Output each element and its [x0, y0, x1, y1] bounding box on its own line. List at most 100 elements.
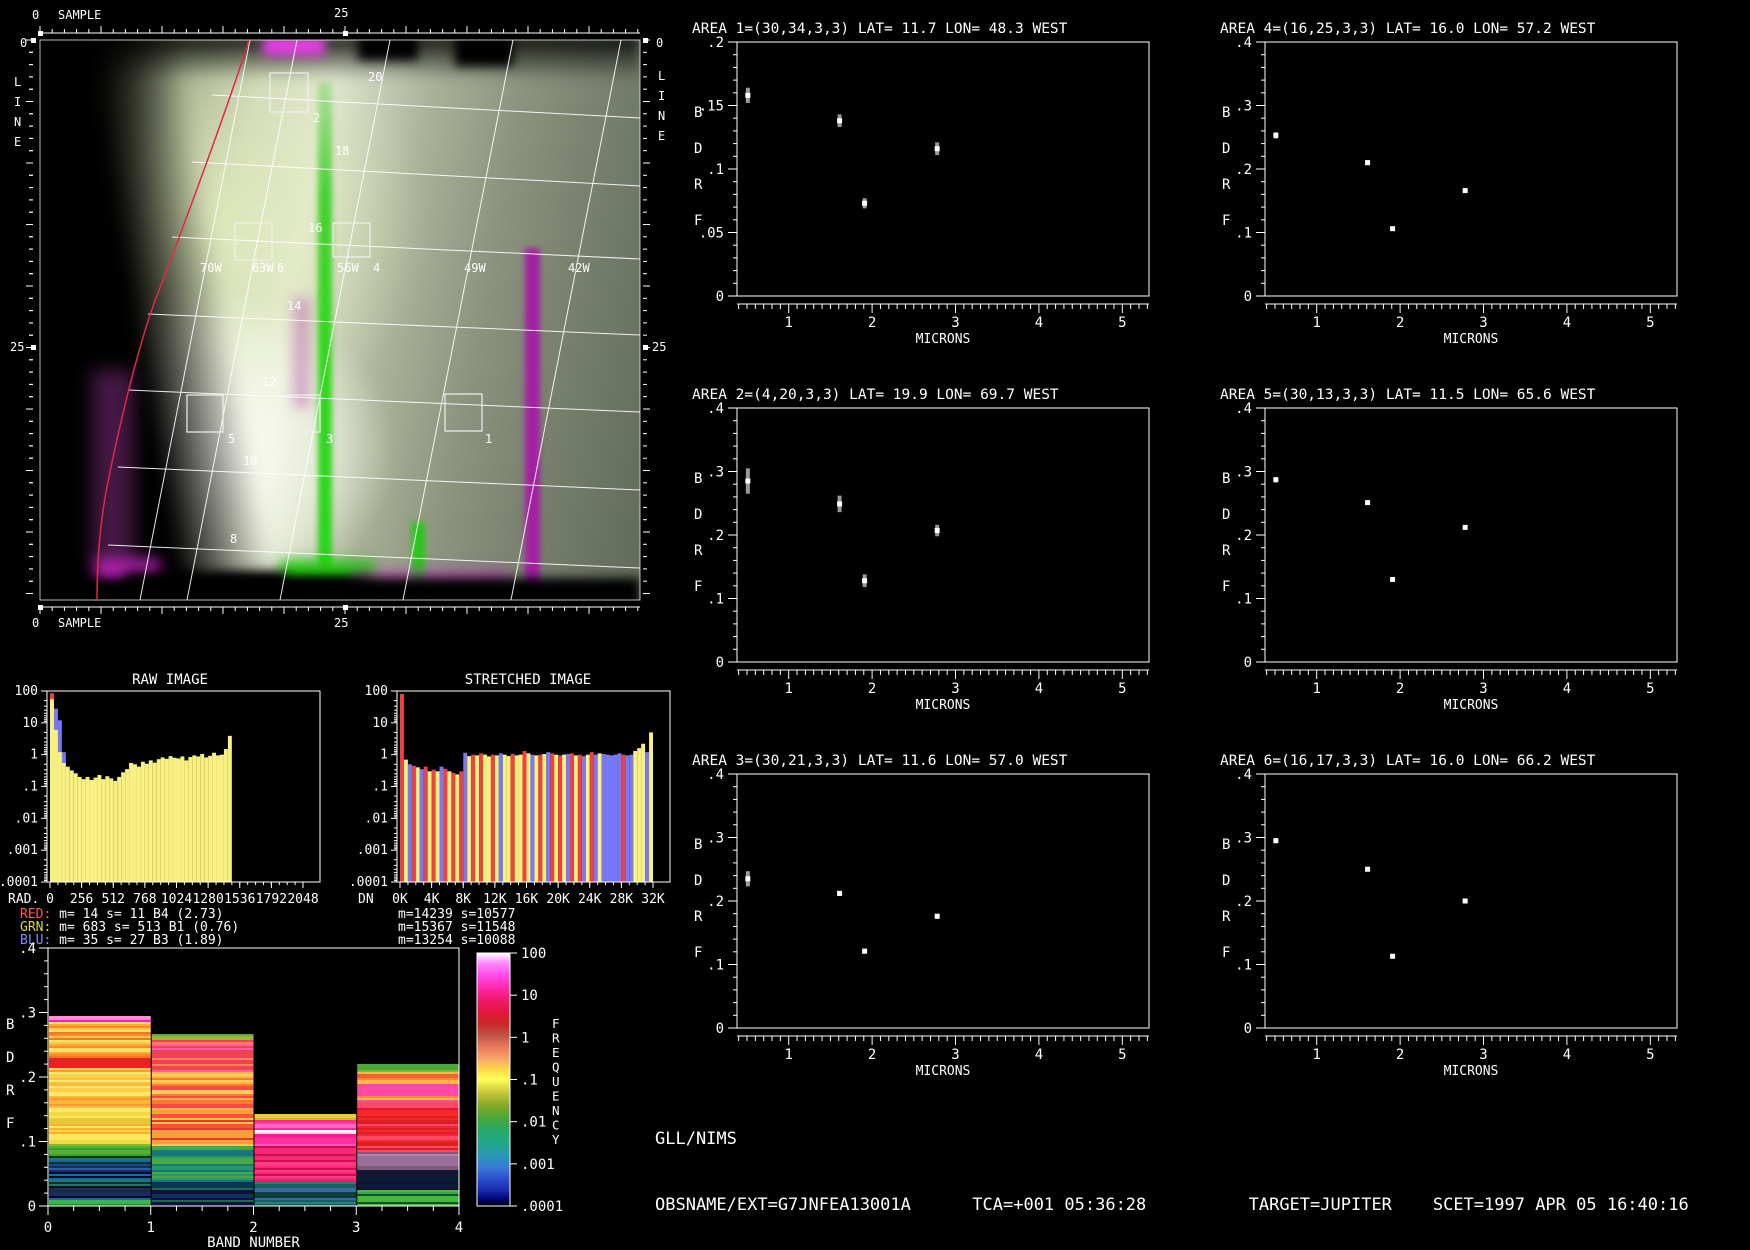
- svg-text:AREA 4=(16,25,3,3) LAT= 16.0: AREA 4=(16,25,3,3) LAT= 16.0 LON= 57.2 W…: [1220, 21, 1596, 37]
- svg-text:N: N: [552, 1103, 560, 1118]
- svg-text:DN: DN: [358, 892, 374, 907]
- svg-text:AREA 2=(4,20,3,3) LAT= 19.9 L: AREA 2=(4,20,3,3) LAT= 19.9 LON= 69.7 WE…: [692, 387, 1059, 403]
- svg-text:18: 18: [335, 144, 349, 158]
- svg-text:BAND NUMBER: BAND NUMBER: [207, 1235, 300, 1250]
- svg-text:768: 768: [133, 892, 156, 907]
- svg-text:1024: 1024: [161, 892, 192, 907]
- svg-text:.3: .3: [707, 465, 724, 481]
- svg-text:.3: .3: [707, 831, 724, 847]
- svg-text:D: D: [1222, 141, 1230, 157]
- svg-text:4: 4: [1563, 681, 1571, 697]
- svg-text:4: 4: [455, 1220, 463, 1236]
- svg-text:1: 1: [380, 748, 388, 763]
- svg-text:B: B: [1222, 105, 1230, 121]
- svg-text:512: 512: [102, 892, 125, 907]
- svg-text:R: R: [694, 543, 703, 559]
- svg-text:.1: .1: [22, 780, 38, 795]
- svg-text:.4: .4: [1235, 35, 1252, 51]
- svg-text:5: 5: [1646, 1047, 1654, 1063]
- meta-line-instrument: GLL/NIMS: [655, 1128, 1689, 1150]
- svg-text:12K: 12K: [483, 892, 507, 907]
- svg-text:.3: .3: [1235, 465, 1252, 481]
- svg-text:4K: 4K: [424, 892, 440, 907]
- svg-text:.2: .2: [707, 528, 724, 544]
- svg-text:6: 6: [277, 261, 284, 275]
- svg-text:0K: 0K: [392, 892, 408, 907]
- map-panel: 0 SAMPLE 25 0 LINE 25 0 LINE 25 0 SAMPLE…: [0, 0, 680, 650]
- scatter-plot-area3: AREA 3=(30,21,3,3) LAT= 11.6 LON= 57.0 W…: [622, 741, 1182, 1086]
- svg-text:70W: 70W: [200, 261, 222, 275]
- svg-text:RAD.: RAD.: [8, 892, 39, 907]
- scatter-svg-area5: AREA 5=(30,13,3,3) LAT= 11.5 LON= 65.6 W…: [1150, 375, 1710, 720]
- svg-text:4: 4: [1035, 315, 1043, 331]
- svg-text:RAW IMAGE: RAW IMAGE: [132, 672, 208, 688]
- scatter-plot-area2: AREA 2=(4,20,3,3) LAT= 19.9 LON= 69.7 WE…: [622, 375, 1182, 720]
- svg-text:.4: .4: [19, 941, 36, 957]
- svg-text:1536: 1536: [224, 892, 255, 907]
- svg-text:2: 2: [868, 1047, 876, 1063]
- svg-text:F: F: [694, 579, 702, 595]
- svg-text:B: B: [6, 1017, 14, 1033]
- svg-text:5: 5: [1118, 1047, 1126, 1063]
- observation-metadata: GLL/NIMS OBSNAME/EXT=G7JNFEA13001A TCA=+…: [655, 1084, 1689, 1250]
- svg-text:.01: .01: [365, 811, 388, 826]
- svg-text:4: 4: [1563, 1047, 1571, 1063]
- svg-text:.001: .001: [521, 1157, 555, 1173]
- svg-text:D: D: [1222, 873, 1230, 889]
- svg-text:STRETCHED IMAGE: STRETCHED IMAGE: [465, 672, 591, 688]
- svg-text:2: 2: [313, 111, 320, 125]
- svg-text:5: 5: [1118, 681, 1126, 697]
- svg-text:16: 16: [308, 221, 322, 235]
- svg-text:5: 5: [1646, 681, 1654, 697]
- svg-text:8K: 8K: [455, 892, 471, 907]
- svg-text:.2: .2: [1235, 894, 1252, 910]
- svg-text:4: 4: [373, 261, 380, 275]
- nims-display-screen: 0 SAMPLE 25 0 LINE 25 0 LINE 25 0 SAMPLE…: [0, 0, 1750, 1250]
- svg-text:10: 10: [372, 716, 388, 731]
- svg-text:56W: 56W: [337, 261, 359, 275]
- svg-text:R: R: [1222, 543, 1231, 559]
- svg-text:63W: 63W: [252, 261, 274, 275]
- svg-text:MICRONS: MICRONS: [916, 1064, 971, 1079]
- svg-text:4: 4: [1035, 681, 1043, 697]
- svg-text:1: 1: [784, 1047, 792, 1063]
- stretched-image-histogram: STRETCHED IMAGE100101.1.01.001.00010K4K8…: [350, 668, 695, 958]
- raw_image_histogram-svg: RAW IMAGE100101.1.01.001.000102565127681…: [0, 668, 345, 958]
- svg-text:AREA 1=(30,34,3,3) LAT= 11.7: AREA 1=(30,34,3,3) LAT= 11.7 LON= 48.3 W…: [692, 21, 1068, 37]
- svg-text:R: R: [6, 1083, 15, 1099]
- svg-text:Q: Q: [552, 1060, 560, 1075]
- svg-text:1: 1: [1312, 681, 1320, 697]
- meta-line-obsname: OBSNAME/EXT=G7JNFEA13001A TCA=+001 05:36…: [655, 1194, 1689, 1216]
- svg-text:16K: 16K: [515, 892, 539, 907]
- svg-text:F: F: [1222, 213, 1230, 229]
- svg-text:B: B: [694, 105, 702, 121]
- svg-text:Y: Y: [552, 1132, 560, 1147]
- svg-text:D: D: [6, 1050, 14, 1066]
- svg-text:D: D: [694, 873, 702, 889]
- svg-text:8: 8: [230, 532, 237, 546]
- svg-text:.4: .4: [1235, 401, 1252, 417]
- svg-text:F: F: [6, 1116, 14, 1132]
- svg-text:0: 0: [28, 1199, 36, 1215]
- svg-text:1280: 1280: [192, 892, 223, 907]
- svg-text:4: 4: [1035, 1047, 1043, 1063]
- svg-text:F: F: [694, 945, 702, 961]
- svg-text:24K: 24K: [578, 892, 602, 907]
- svg-text:.4: .4: [1235, 767, 1252, 783]
- svg-text:F: F: [552, 1016, 560, 1031]
- svg-text:.1: .1: [707, 162, 724, 178]
- svg-text:R: R: [552, 1031, 560, 1046]
- svg-text:.2: .2: [707, 894, 724, 910]
- svg-text:0: 0: [716, 655, 724, 671]
- svg-text:.1: .1: [1235, 592, 1252, 608]
- svg-text:10: 10: [243, 454, 257, 468]
- svg-text:F: F: [694, 213, 702, 229]
- scatter-plot-area6: AREA 6=(16,17,3,3) LAT= 16.0 LON= 66.2 W…: [1150, 741, 1710, 1086]
- stretched_image_histogram-svg: STRETCHED IMAGE100101.1.01.001.00010K4K8…: [350, 668, 695, 958]
- svg-text:1: 1: [784, 681, 792, 697]
- svg-text:E: E: [552, 1089, 560, 1104]
- svg-text:2: 2: [1396, 681, 1404, 697]
- svg-text:0: 0: [1244, 1021, 1252, 1037]
- svg-text:U: U: [552, 1074, 560, 1089]
- svg-text:B: B: [694, 837, 702, 853]
